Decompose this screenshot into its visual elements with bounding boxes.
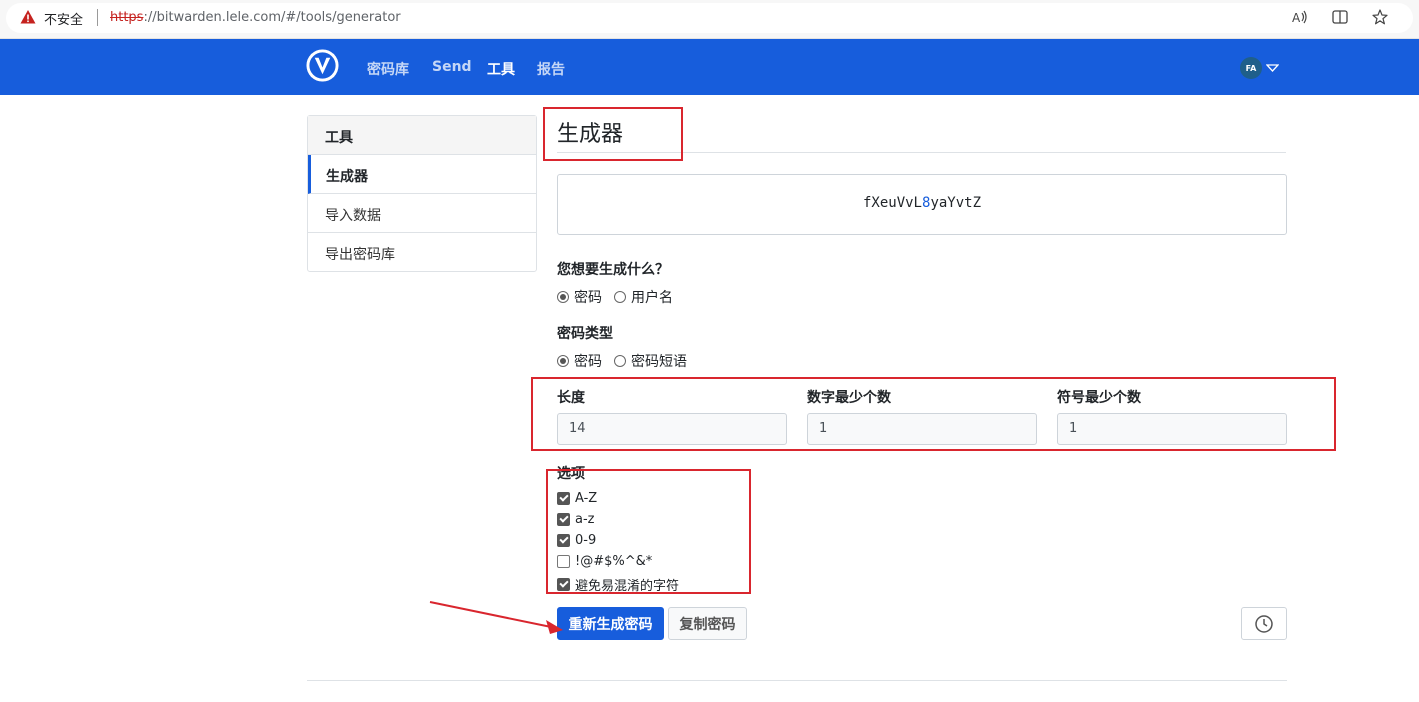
browser-address-bar: 不安全 https://bitwarden.lele.com/#/tools/g… xyxy=(0,0,1419,39)
address-divider xyxy=(97,9,98,26)
sidebar-header: 工具 xyxy=(308,116,536,155)
min-special-input[interactable]: 1 xyxy=(1057,413,1287,445)
svg-text:A: A xyxy=(1292,11,1301,24)
sidebar-item-generator[interactable]: 生成器 xyxy=(308,155,536,194)
url-path: ://bitwarden.lele.com/#/tools/generator xyxy=(143,10,401,25)
generated-password-box: fXeuVvL8yaYvtZ xyxy=(557,174,1287,235)
radio-password-label[interactable]: 密码 xyxy=(574,287,602,307)
split-screen-icon[interactable] xyxy=(1331,8,1349,26)
password-type-options: 密码 密码短语 xyxy=(557,351,699,371)
option-numbers[interactable]: 0-9 xyxy=(557,533,596,548)
password-history-button[interactable] xyxy=(1241,607,1287,640)
length-input[interactable]: 14 xyxy=(557,413,787,445)
warning-icon[interactable] xyxy=(20,9,36,25)
password-type-label: 密码类型 xyxy=(557,326,613,342)
lowercase-label[interactable]: a-z xyxy=(575,512,594,527)
option-uppercase[interactable]: A-Z xyxy=(557,491,597,506)
option-lowercase[interactable]: a-z xyxy=(557,512,594,527)
bitwarden-logo-icon[interactable] xyxy=(306,49,339,82)
special-checkbox[interactable] xyxy=(557,555,570,568)
radio-username[interactable] xyxy=(614,291,626,303)
generated-password: fXeuVvL8yaYvtZ xyxy=(558,195,1286,211)
radio-password[interactable] xyxy=(557,291,569,303)
sidebar-item-export[interactable]: 导出密码库 xyxy=(308,233,536,271)
min-special-label: 符号最少个数 xyxy=(1057,390,1141,406)
min-numbers-input[interactable]: 1 xyxy=(807,413,1037,445)
radio-type-password-label[interactable]: 密码 xyxy=(574,351,602,371)
option-avoid-ambiguous[interactable]: 避免易混淆的字符 xyxy=(557,575,679,594)
what-to-generate-label: 您想要生成什么？ xyxy=(557,262,669,278)
radio-type-passphrase[interactable] xyxy=(614,355,626,367)
numbers-label[interactable]: 0-9 xyxy=(575,533,596,548)
length-label: 长度 xyxy=(557,390,585,406)
avoid-ambiguous-checkbox[interactable] xyxy=(557,578,570,591)
not-secure-label[interactable]: 不安全 xyxy=(44,9,83,28)
avoid-ambiguous-label[interactable]: 避免易混淆的字符 xyxy=(575,575,679,594)
url-scheme: https xyxy=(110,10,144,25)
page-title: 生成器 xyxy=(557,122,624,147)
password-part-suffix: yaYvtZ xyxy=(930,195,982,211)
top-navbar: 密码库 Send 工具 报告 FA xyxy=(0,39,1419,95)
radio-type-passphrase-label[interactable]: 密码短语 xyxy=(631,351,687,371)
favorite-star-icon[interactable] xyxy=(1371,8,1389,26)
annotation-arrow xyxy=(429,601,563,634)
what-to-generate-options: 密码 用户名 xyxy=(557,287,685,307)
option-special[interactable]: !@#$%^&* xyxy=(557,554,652,569)
history-clock-icon xyxy=(1255,614,1273,633)
uppercase-label[interactable]: A-Z xyxy=(575,491,597,506)
chevron-down-icon[interactable] xyxy=(1266,64,1279,72)
radio-username-label[interactable]: 用户名 xyxy=(631,287,673,307)
footer-divider xyxy=(307,680,1287,681)
regenerate-password-button[interactable]: 重新生成密码 xyxy=(557,607,664,640)
url-text[interactable]: https://bitwarden.lele.com/#/tools/gener… xyxy=(110,10,401,25)
min-numbers-label: 数字最少个数 xyxy=(807,390,891,406)
password-part-prefix: fXeuVvL xyxy=(862,195,922,211)
title-divider xyxy=(557,152,1286,153)
copy-password-button[interactable]: 复制密码 xyxy=(668,607,747,640)
read-aloud-icon[interactable]: A xyxy=(1291,8,1309,26)
nav-tools-link[interactable]: 工具 xyxy=(487,59,515,79)
special-label[interactable]: !@#$%^&* xyxy=(575,554,652,569)
tools-sidebar: 工具 生成器 导入数据 导出密码库 xyxy=(307,115,537,272)
options-label: 选项 xyxy=(557,466,585,482)
nav-reports-link[interactable]: 报告 xyxy=(537,59,565,79)
uppercase-checkbox[interactable] xyxy=(557,492,570,505)
nav-vault-link[interactable]: 密码库 xyxy=(367,59,409,79)
avatar[interactable]: FA xyxy=(1240,57,1262,79)
nav-send-link[interactable]: Send xyxy=(432,59,472,75)
radio-type-password[interactable] xyxy=(557,355,569,367)
numbers-checkbox[interactable] xyxy=(557,534,570,547)
sidebar-item-import[interactable]: 导入数据 xyxy=(308,194,536,233)
lowercase-checkbox[interactable] xyxy=(557,513,570,526)
